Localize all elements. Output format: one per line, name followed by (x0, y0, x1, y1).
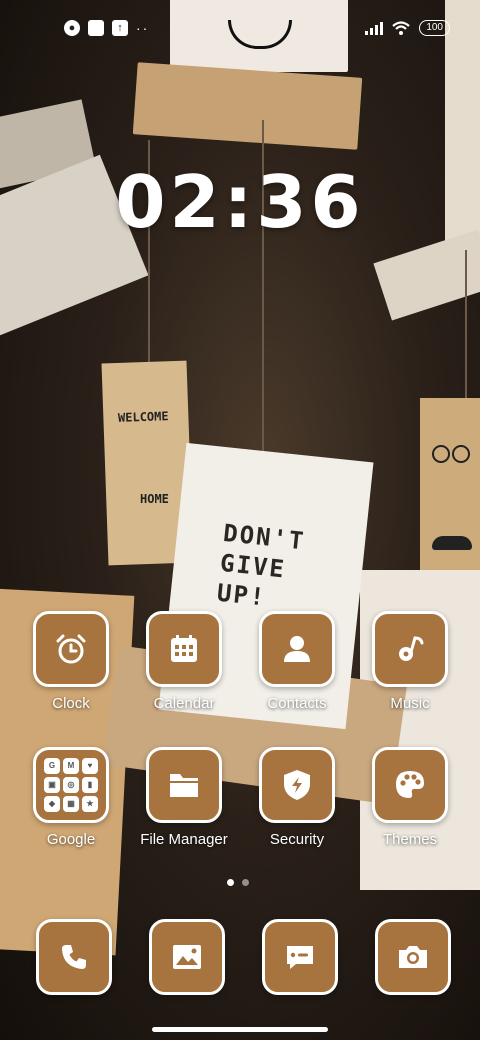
wallpaper-mustache (432, 536, 472, 550)
folder-app-files-icon: ▮ (82, 777, 98, 793)
app-contacts[interactable]: Contacts (242, 611, 352, 712)
notification-square-icon (88, 20, 104, 36)
page-dot (242, 879, 249, 886)
google-folder-icon: G M ♥ ▣ ◎ ▮ ◆ ▦ ★ (44, 758, 98, 812)
page-indicator (227, 879, 249, 886)
contacts-icon (284, 636, 310, 662)
app-label: Security (269, 831, 325, 848)
folder-app-fit-icon: ★ (82, 796, 98, 812)
wallpaper-glasses-card (420, 398, 480, 578)
alarm-clock-icon (56, 634, 86, 664)
app-music[interactable]: Music (355, 611, 465, 712)
status-bar-right: 100 (365, 20, 450, 36)
camera-icon (399, 946, 427, 968)
music-note-icon (399, 636, 424, 661)
app-label: Themes (382, 831, 438, 848)
app-google-folder[interactable]: G M ♥ ▣ ◎ ▮ ◆ ▦ ★ Google (16, 747, 126, 848)
app-tile[interactable] (259, 747, 335, 823)
app-tile[interactable]: G M ♥ ▣ ◎ ▮ ◆ ▦ ★ (33, 747, 109, 823)
app-label: Calendar (153, 695, 215, 712)
app-tile[interactable] (149, 919, 225, 995)
wallpaper-glasses-lens (452, 445, 470, 463)
calendar-icon (171, 635, 197, 662)
folder-app-play-icon: ▦ (63, 796, 79, 812)
status-bar: ● ↑ ·· 100 (0, 14, 480, 42)
wallpaper-home-text: HOME (140, 492, 169, 506)
palette-icon (396, 771, 424, 798)
home-gesture-bar[interactable] (152, 1027, 328, 1032)
app-calendar[interactable]: Calendar (129, 611, 239, 712)
gallery-icon (173, 945, 201, 969)
app-tile[interactable] (375, 919, 451, 995)
app-tile[interactable] (33, 611, 109, 687)
dock-camera[interactable] (375, 919, 451, 995)
messages-icon (287, 946, 313, 969)
wallpaper-glasses-lens (432, 445, 450, 463)
wallpaper-welcome-text: WELCOME (117, 409, 169, 425)
app-tile[interactable] (372, 747, 448, 823)
app-themes[interactable]: Themes (355, 747, 465, 848)
upload-icon: ↑ (112, 20, 128, 36)
folder-app-photos-icon: ◆ (44, 796, 60, 812)
app-clock[interactable]: Clock (16, 611, 126, 712)
app-tile[interactable] (146, 611, 222, 687)
more-notifications-icon: ·· (136, 20, 150, 36)
wifi-icon (392, 21, 411, 35)
wallpaper-string (465, 250, 467, 400)
app-label: Clock (52, 695, 90, 712)
signal-icon (365, 21, 384, 35)
wallpaper-dont-give-up-text: DON'T GIVE UP! (216, 518, 307, 616)
lockscreen-clock[interactable]: 02:36 (0, 160, 480, 244)
dock-messages[interactable] (262, 919, 338, 995)
app-label: Music (390, 695, 430, 712)
folder-app-duo-icon: ◎ (63, 777, 79, 793)
folder-icon (170, 774, 198, 797)
dock-phone[interactable] (36, 919, 112, 995)
status-bar-left: ● ↑ ·· (64, 20, 149, 36)
folder-app-maps-icon: ♥ (82, 758, 98, 774)
phone-icon (62, 945, 86, 969)
shield-icon (284, 770, 310, 800)
folder-app-gmail-icon: M (63, 758, 79, 774)
app-label: File Manager (140, 831, 228, 848)
folder-app-google-icon: G (44, 758, 60, 774)
app-file-manager[interactable]: File Manager (129, 747, 239, 848)
app-tile[interactable] (146, 747, 222, 823)
app-label: Contacts (267, 695, 327, 712)
dock-gallery[interactable] (149, 919, 225, 995)
app-tile[interactable] (36, 919, 112, 995)
folder-app-drive-icon: ▣ (44, 777, 60, 793)
app-label: Google (46, 831, 96, 848)
battery-icon: 100 (419, 20, 450, 36)
app-tile[interactable] (262, 919, 338, 995)
app-tile[interactable] (259, 611, 335, 687)
notification-app-icon: ● (64, 20, 80, 36)
app-security[interactable]: Security (242, 747, 352, 848)
wallpaper-envelope (132, 62, 363, 150)
app-tile[interactable] (372, 611, 448, 687)
page-dot-active (227, 879, 234, 886)
